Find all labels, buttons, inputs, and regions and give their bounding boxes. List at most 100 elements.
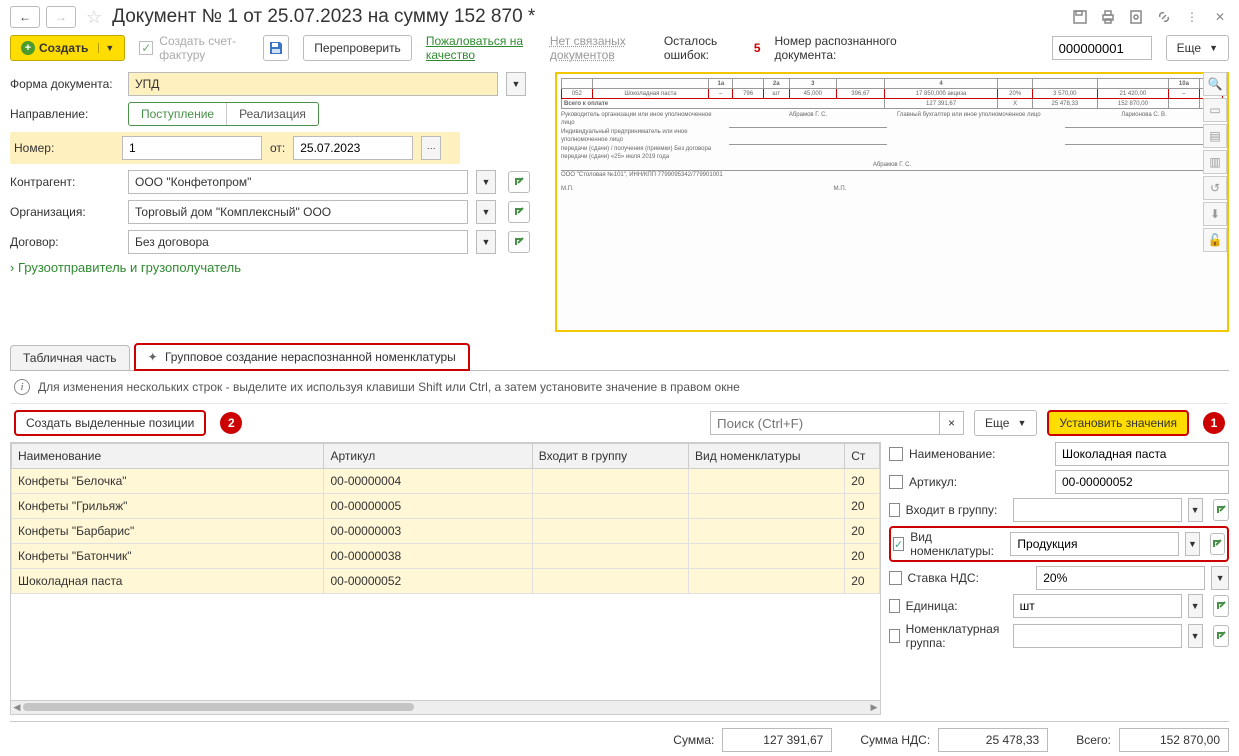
layout1-icon[interactable]: ▭ bbox=[1203, 98, 1227, 122]
create-selected-button[interactable]: Создать выделенные позиции bbox=[14, 410, 206, 436]
tab-table-part[interactable]: Табличная часть bbox=[10, 345, 130, 370]
table-row[interactable]: Конфеты "Белочка"00-0000000420 bbox=[12, 469, 880, 494]
info-text: Для изменения нескольких строк - выделит… bbox=[38, 380, 740, 394]
nav-back[interactable]: ← bbox=[10, 6, 40, 28]
contract-open[interactable] bbox=[508, 231, 530, 253]
layout2-icon[interactable]: ▤ bbox=[1203, 124, 1227, 148]
group-checkbox[interactable] bbox=[889, 503, 900, 517]
org-open[interactable] bbox=[508, 201, 530, 223]
layout3-icon[interactable]: ▥ bbox=[1203, 150, 1227, 174]
reset-icon[interactable]: ↺ bbox=[1203, 176, 1227, 200]
document-preview[interactable]: 1а2а3410а11 052Шоколадная паста– 796шт 4… bbox=[555, 72, 1229, 332]
more-vert-icon[interactable]: ⋮ bbox=[1183, 8, 1201, 26]
org-dropdown[interactable]: ▼ bbox=[476, 200, 496, 224]
info-icon: i bbox=[14, 379, 30, 395]
vat-dd[interactable]: ▼ bbox=[1211, 566, 1229, 590]
more-button-mid[interactable]: Еще▼ bbox=[974, 410, 1037, 436]
direction-toggle[interactable]: Поступление Реализация bbox=[128, 102, 319, 126]
counterparty-open[interactable] bbox=[508, 171, 530, 193]
counterparty-dropdown[interactable]: ▼ bbox=[476, 170, 496, 194]
search-clear[interactable]: × bbox=[940, 411, 964, 435]
shipper-consignee-link[interactable]: Грузоотправитель и грузополучатель bbox=[10, 260, 241, 275]
chevron-down-icon: ▼ bbox=[1209, 43, 1218, 53]
type-checkbox[interactable]: ✓ bbox=[893, 537, 904, 551]
vat-checkbox[interactable] bbox=[889, 571, 902, 585]
vat-value: 25 478,33 bbox=[938, 728, 1048, 752]
create-button[interactable]: + Создать ▼ bbox=[10, 35, 125, 61]
doc-form-input[interactable]: УПД bbox=[128, 72, 498, 96]
number-label: Номер: bbox=[14, 141, 114, 155]
col-type[interactable]: Вид номенклатуры bbox=[689, 444, 845, 469]
table-row[interactable]: Конфеты "Барбарис"00-0000000320 bbox=[12, 519, 880, 544]
save-icon[interactable] bbox=[1071, 8, 1089, 26]
zoom-in-icon[interactable]: 🔍 bbox=[1203, 72, 1227, 96]
tab-group-create[interactable]: ✦ Групповое создание нераспознанной номе… bbox=[134, 343, 470, 371]
total-label: Всего: bbox=[1076, 733, 1111, 747]
items-grid[interactable]: Наименование Артикул Входит в группу Вид… bbox=[10, 442, 881, 701]
print-icon[interactable] bbox=[1099, 8, 1117, 26]
nav-forward[interactable]: → bbox=[46, 6, 76, 28]
table-row[interactable]: Конфеты "Батончик"00-0000003820 bbox=[12, 544, 880, 569]
side-unit-input[interactable] bbox=[1013, 594, 1182, 618]
direction-in[interactable]: Поступление bbox=[129, 103, 226, 125]
col-article[interactable]: Артикул bbox=[324, 444, 532, 469]
more-button-top[interactable]: Еще ▼ bbox=[1166, 35, 1229, 61]
table-row[interactable]: Шоколадная паста00-0000005220 bbox=[12, 569, 880, 594]
recheck-button[interactable]: Перепроверить bbox=[303, 35, 412, 61]
type-dd[interactable]: ▼ bbox=[1185, 532, 1199, 556]
nomgroup-open[interactable] bbox=[1213, 625, 1229, 647]
col-rate[interactable]: Ст bbox=[845, 444, 880, 469]
date-picker-button[interactable]: ⋯ bbox=[421, 136, 441, 160]
group-dd[interactable]: ▼ bbox=[1188, 498, 1203, 522]
side-nomgroup-input[interactable] bbox=[1013, 624, 1182, 648]
chevron-down-icon[interactable]: ▼ bbox=[98, 43, 114, 53]
step-badge-1: 1 bbox=[1203, 412, 1225, 434]
unit-open[interactable] bbox=[1213, 595, 1229, 617]
set-values-button[interactable]: Установить значения bbox=[1047, 410, 1189, 436]
create-invoice-toggle[interactable]: ✓ Создать счет-фактуру bbox=[139, 34, 249, 62]
contract-input[interactable]: Без договора bbox=[128, 230, 468, 254]
direction-out[interactable]: Реализация bbox=[226, 103, 318, 125]
article-checkbox[interactable] bbox=[889, 475, 903, 489]
unit-checkbox[interactable] bbox=[889, 599, 900, 613]
link-icon[interactable] bbox=[1155, 8, 1173, 26]
horizontal-scrollbar[interactable]: ◀▶ bbox=[10, 701, 881, 715]
number-input[interactable] bbox=[122, 136, 262, 160]
side-article-input[interactable] bbox=[1055, 470, 1229, 494]
date-input[interactable] bbox=[293, 136, 413, 160]
nomgroup-dd[interactable]: ▼ bbox=[1188, 624, 1203, 648]
side-type-input[interactable] bbox=[1010, 532, 1179, 556]
sum-value: 127 391,67 bbox=[722, 728, 832, 752]
download-icon[interactable]: ⬇ bbox=[1203, 202, 1227, 226]
save-disk-button[interactable] bbox=[263, 35, 289, 61]
close-icon[interactable]: ✕ bbox=[1211, 8, 1229, 26]
group-open[interactable] bbox=[1213, 499, 1229, 521]
preview-icon[interactable] bbox=[1127, 8, 1145, 26]
complain-link[interactable]: Пожаловаться на качество bbox=[426, 34, 536, 62]
side-article-label: Артикул: bbox=[909, 475, 1049, 489]
col-group[interactable]: Входит в группу bbox=[532, 444, 688, 469]
side-name-input[interactable] bbox=[1055, 442, 1229, 466]
doc-form-dropdown[interactable]: ▼ bbox=[506, 72, 526, 96]
unit-dd[interactable]: ▼ bbox=[1188, 594, 1203, 618]
type-open[interactable] bbox=[1210, 533, 1225, 555]
org-input[interactable]: Торговый дом "Комплексный" ООО bbox=[128, 200, 468, 224]
side-type-label: Вид номенклатуры: bbox=[910, 530, 1004, 558]
side-vat-input[interactable] bbox=[1036, 566, 1205, 590]
side-group-input[interactable] bbox=[1013, 498, 1182, 522]
lock-icon[interactable]: 🔓 bbox=[1203, 228, 1227, 252]
name-checkbox[interactable] bbox=[889, 447, 903, 461]
step-badge-2: 2 bbox=[220, 412, 242, 434]
side-vat-label: Ставка НДС: bbox=[908, 571, 1031, 585]
counterparty-input[interactable]: ООО "Конфетопром" bbox=[128, 170, 468, 194]
counterparty-label: Контрагент: bbox=[10, 175, 120, 189]
col-name[interactable]: Наименование bbox=[12, 444, 324, 469]
recognized-docnum-input[interactable] bbox=[1052, 36, 1152, 60]
total-value: 152 870,00 bbox=[1119, 728, 1229, 752]
contract-dropdown[interactable]: ▼ bbox=[476, 230, 496, 254]
table-row[interactable]: Конфеты "Грильяж"00-0000000520 bbox=[12, 494, 880, 519]
favorite-star[interactable]: ☆ bbox=[86, 7, 102, 28]
search-input[interactable] bbox=[710, 411, 940, 435]
no-linked-docs[interactable]: Нет связаных документов bbox=[550, 34, 650, 62]
nomgroup-checkbox[interactable] bbox=[889, 629, 900, 643]
